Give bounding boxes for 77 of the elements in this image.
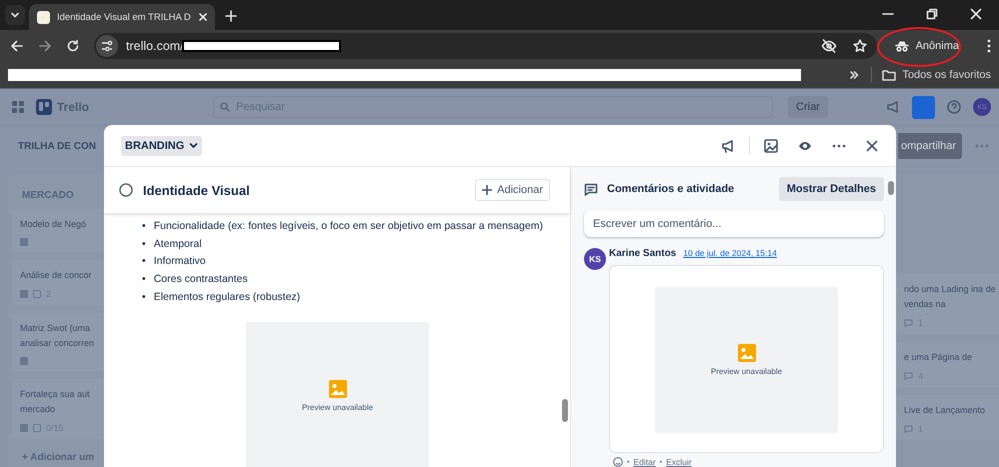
plus-icon: [482, 185, 492, 195]
card-title: Fortaleça sua aut mercado: [20, 388, 91, 416]
search-icon: [220, 102, 230, 112]
favicon-icon: [37, 10, 50, 24]
comment-date-link[interactable]: 10 de jul. de 2024, 15:14: [683, 248, 777, 258]
member-icon: [20, 357, 28, 365]
site-settings-icon[interactable]: [96, 35, 118, 57]
comment-icon: [904, 372, 913, 380]
comment-action-link[interactable]: Editar: [633, 457, 656, 467]
comment-list-icon: [584, 182, 598, 196]
restore-icon[interactable]: [926, 8, 938, 20]
close-icon[interactable]: [866, 140, 878, 152]
bullet-item: Funcionalidade (ex: fontes legíveis, o foco em ser objetivo em passar a mensagem): [154, 218, 543, 233]
board-logo-icon[interactable]: [36, 99, 52, 115]
comment-field[interactable]: Escrever um comentário...: [584, 210, 884, 237]
bullet-item: Cores contrastantes: [154, 272, 248, 286]
tab-list-button[interactable]: [5, 5, 25, 25]
plus-icon[interactable]: [225, 10, 237, 22]
bullet-item: Atemporal: [154, 236, 202, 251]
forward-arrow-icon[interactable]: [38, 39, 52, 53]
section-heading: Comentários e atividade: [607, 183, 734, 195]
browser-tab[interactable]: Identidade Visual em TRILHA D: [29, 4, 215, 30]
attachment-preview[interactable]: Preview unavailable: [246, 322, 429, 467]
reload-icon[interactable]: [66, 39, 80, 53]
more-icon[interactable]: [832, 144, 846, 148]
bullet-item: Elementos regulares (robustez): [154, 290, 300, 304]
chevrons-right-icon[interactable]: [849, 70, 860, 80]
card-title: Análise de concor: [20, 269, 93, 282]
bullet-mark: •: [142, 236, 146, 251]
comment-icon: [904, 319, 913, 327]
bullet-mark: •: [142, 290, 146, 304]
eye-icon[interactable]: [798, 140, 812, 150]
preview-caption: Preview unavailable: [302, 402, 374, 412]
member-icon: [20, 290, 28, 298]
back-arrow-icon[interactable]: [10, 39, 24, 53]
star-icon[interactable]: [852, 39, 867, 53]
kebab-menu-icon[interactable]: [987, 39, 991, 53]
preview-caption: Preview unavailable: [710, 367, 782, 376]
card-title: ndo uma Lading ina de vendas na: [904, 283, 996, 311]
list-dropdown[interactable]: BRANDING: [121, 136, 202, 156]
image-placeholder-icon: [738, 344, 756, 362]
create-button[interactable]: Criar: [788, 96, 828, 118]
comment-action-link[interactable]: Excluir: [666, 457, 692, 467]
tab-title: Identidade Visual em TRILHA D: [57, 12, 191, 22]
member-icon: [20, 424, 28, 432]
card-title: Modelo de Negó: [20, 218, 88, 231]
share-button[interactable]: ompartilhar: [898, 133, 962, 159]
checklist-icon: [33, 424, 41, 432]
image-placeholder-icon: [328, 380, 346, 398]
bookmark-folder[interactable]: Todos os favoritos: [882, 69, 991, 81]
card-title: Identidade Visual: [143, 182, 250, 198]
folder-icon: [882, 69, 896, 81]
add-button[interactable]: Adicionar: [475, 179, 550, 201]
checklist-icon: [33, 290, 41, 298]
user-avatar[interactable]: KS: [584, 248, 606, 270]
bullet-mark: •: [142, 272, 146, 286]
emoji-icon[interactable]: [613, 457, 623, 467]
card-title: Matriz Swot (uma analisar concorren: [20, 322, 96, 350]
bullet-item: Informativo: [154, 254, 206, 268]
comment-icon: [904, 425, 913, 433]
chevron-down-icon: [189, 141, 198, 150]
eye-off-icon[interactable]: [820, 39, 837, 53]
megaphone-icon[interactable]: [721, 138, 735, 152]
comment-author: Karine Santos: [609, 248, 676, 259]
member-icon: [20, 238, 28, 246]
checkbox-circle-icon[interactable]: [119, 183, 133, 197]
board-title: TRILHA DE CON: [18, 140, 96, 152]
bullet-mark: •: [142, 218, 146, 233]
attachment-preview[interactable]: Preview unavailable: [655, 287, 838, 433]
chevron-down-icon: [10, 10, 20, 20]
incognito-icon: [894, 40, 909, 52]
image-icon[interactable]: [764, 138, 778, 152]
show-details-button[interactable]: Mostrar Detalhes: [778, 177, 884, 201]
card-title: e uma Página de: [904, 351, 974, 364]
card-title: Live de Lançamento: [904, 404, 986, 417]
url-text: trello.com/: [126, 39, 184, 53]
address-bar[interactable]: trello.com/: [94, 33, 877, 59]
